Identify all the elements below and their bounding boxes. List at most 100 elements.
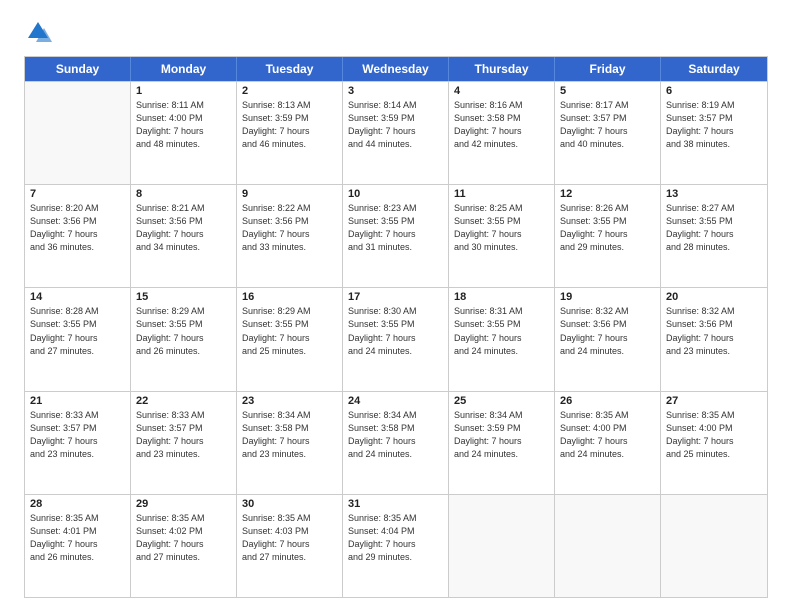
calendar-cell: 17Sunrise: 8:30 AMSunset: 3:55 PMDayligh…	[343, 288, 449, 390]
cell-line: Sunset: 3:55 PM	[348, 215, 443, 228]
day-number: 1	[136, 85, 231, 97]
cell-line: Sunrise: 8:14 AM	[348, 99, 443, 112]
day-number: 20	[666, 291, 762, 303]
cell-line: and 48 minutes.	[136, 138, 231, 151]
cell-line: Sunset: 3:59 PM	[454, 422, 549, 435]
calendar-cell: 24Sunrise: 8:34 AMSunset: 3:58 PMDayligh…	[343, 392, 449, 494]
day-number: 18	[454, 291, 549, 303]
cell-line: Daylight: 7 hours	[666, 125, 762, 138]
cell-line: Daylight: 7 hours	[560, 332, 655, 345]
cell-line: Sunset: 3:58 PM	[454, 112, 549, 125]
cell-line: Daylight: 7 hours	[242, 228, 337, 241]
calendar-cell: 6Sunrise: 8:19 AMSunset: 3:57 PMDaylight…	[661, 82, 767, 184]
calendar-cell: 4Sunrise: 8:16 AMSunset: 3:58 PMDaylight…	[449, 82, 555, 184]
cell-line: Daylight: 7 hours	[560, 228, 655, 241]
cell-line: and 23 minutes.	[30, 448, 125, 461]
calendar-header: SundayMondayTuesdayWednesdayThursdayFrid…	[25, 57, 767, 81]
cell-line: and 23 minutes.	[136, 448, 231, 461]
day-number: 12	[560, 188, 655, 200]
cell-line: Sunrise: 8:22 AM	[242, 202, 337, 215]
cell-line: Sunrise: 8:23 AM	[348, 202, 443, 215]
cell-line: Daylight: 7 hours	[666, 228, 762, 241]
cell-line: and 46 minutes.	[242, 138, 337, 151]
calendar-cell: 31Sunrise: 8:35 AMSunset: 4:04 PMDayligh…	[343, 495, 449, 597]
calendar-cell: 20Sunrise: 8:32 AMSunset: 3:56 PMDayligh…	[661, 288, 767, 390]
cell-line: and 42 minutes.	[454, 138, 549, 151]
day-number: 10	[348, 188, 443, 200]
cell-line: Sunrise: 8:27 AM	[666, 202, 762, 215]
cell-line: Sunrise: 8:33 AM	[136, 409, 231, 422]
day-number: 4	[454, 85, 549, 97]
cell-line: Daylight: 7 hours	[454, 435, 549, 448]
header-cell-tuesday: Tuesday	[237, 57, 343, 81]
header-cell-friday: Friday	[555, 57, 661, 81]
cell-line: and 26 minutes.	[136, 345, 231, 358]
cell-line: Sunset: 3:56 PM	[560, 318, 655, 331]
calendar-cell: 29Sunrise: 8:35 AMSunset: 4:02 PMDayligh…	[131, 495, 237, 597]
cell-line: and 44 minutes.	[348, 138, 443, 151]
cell-line: and 29 minutes.	[560, 241, 655, 254]
cell-line: Sunset: 3:59 PM	[348, 112, 443, 125]
cell-line: and 40 minutes.	[560, 138, 655, 151]
calendar-cell: 18Sunrise: 8:31 AMSunset: 3:55 PMDayligh…	[449, 288, 555, 390]
cell-line: and 28 minutes.	[666, 241, 762, 254]
calendar-row: 1Sunrise: 8:11 AMSunset: 4:00 PMDaylight…	[25, 81, 767, 184]
calendar-row: 7Sunrise: 8:20 AMSunset: 3:56 PMDaylight…	[25, 184, 767, 287]
cell-line: and 25 minutes.	[242, 345, 337, 358]
calendar-cell: 3Sunrise: 8:14 AMSunset: 3:59 PMDaylight…	[343, 82, 449, 184]
cell-line: Sunset: 4:02 PM	[136, 525, 231, 538]
calendar-cell: 28Sunrise: 8:35 AMSunset: 4:01 PMDayligh…	[25, 495, 131, 597]
day-number: 24	[348, 395, 443, 407]
day-number: 17	[348, 291, 443, 303]
calendar-cell	[449, 495, 555, 597]
cell-line: and 36 minutes.	[30, 241, 125, 254]
cell-line: Sunset: 3:57 PM	[560, 112, 655, 125]
cell-line: and 27 minutes.	[30, 345, 125, 358]
cell-line: Sunset: 3:57 PM	[136, 422, 231, 435]
cell-line: Sunset: 3:55 PM	[666, 215, 762, 228]
cell-line: Sunrise: 8:17 AM	[560, 99, 655, 112]
header-cell-monday: Monday	[131, 57, 237, 81]
day-number: 15	[136, 291, 231, 303]
day-number: 22	[136, 395, 231, 407]
cell-line: Sunrise: 8:13 AM	[242, 99, 337, 112]
cell-line: Sunset: 3:58 PM	[348, 422, 443, 435]
cell-line: Sunrise: 8:16 AM	[454, 99, 549, 112]
cell-line: Daylight: 7 hours	[30, 228, 125, 241]
cell-line: Sunset: 3:55 PM	[454, 215, 549, 228]
calendar-cell	[555, 495, 661, 597]
logo-icon	[24, 18, 52, 46]
cell-line: and 31 minutes.	[348, 241, 443, 254]
cell-line: Sunrise: 8:29 AM	[136, 305, 231, 318]
cell-line: Sunset: 3:55 PM	[454, 318, 549, 331]
header-cell-sunday: Sunday	[25, 57, 131, 81]
cell-line: Daylight: 7 hours	[136, 332, 231, 345]
header-cell-saturday: Saturday	[661, 57, 767, 81]
day-number: 7	[30, 188, 125, 200]
cell-line: Sunrise: 8:33 AM	[30, 409, 125, 422]
header-cell-wednesday: Wednesday	[343, 57, 449, 81]
calendar-cell: 25Sunrise: 8:34 AMSunset: 3:59 PMDayligh…	[449, 392, 555, 494]
cell-line: Sunrise: 8:11 AM	[136, 99, 231, 112]
calendar-cell: 13Sunrise: 8:27 AMSunset: 3:55 PMDayligh…	[661, 185, 767, 287]
cell-line: Daylight: 7 hours	[30, 538, 125, 551]
day-number: 9	[242, 188, 337, 200]
cell-line: and 34 minutes.	[136, 241, 231, 254]
cell-line: Daylight: 7 hours	[242, 435, 337, 448]
day-number: 30	[242, 498, 337, 510]
cell-line: and 24 minutes.	[560, 448, 655, 461]
cell-line: and 24 minutes.	[560, 345, 655, 358]
cell-line: Daylight: 7 hours	[560, 125, 655, 138]
cell-line: Sunset: 3:57 PM	[666, 112, 762, 125]
cell-line: Daylight: 7 hours	[30, 332, 125, 345]
cell-line: Daylight: 7 hours	[666, 332, 762, 345]
cell-line: and 38 minutes.	[666, 138, 762, 151]
calendar-row: 21Sunrise: 8:33 AMSunset: 3:57 PMDayligh…	[25, 391, 767, 494]
cell-line: Sunrise: 8:35 AM	[666, 409, 762, 422]
calendar-cell: 15Sunrise: 8:29 AMSunset: 3:55 PMDayligh…	[131, 288, 237, 390]
cell-line: Sunset: 3:55 PM	[560, 215, 655, 228]
day-number: 19	[560, 291, 655, 303]
cell-line: and 33 minutes.	[242, 241, 337, 254]
cell-line: Daylight: 7 hours	[666, 435, 762, 448]
cell-line: and 23 minutes.	[242, 448, 337, 461]
